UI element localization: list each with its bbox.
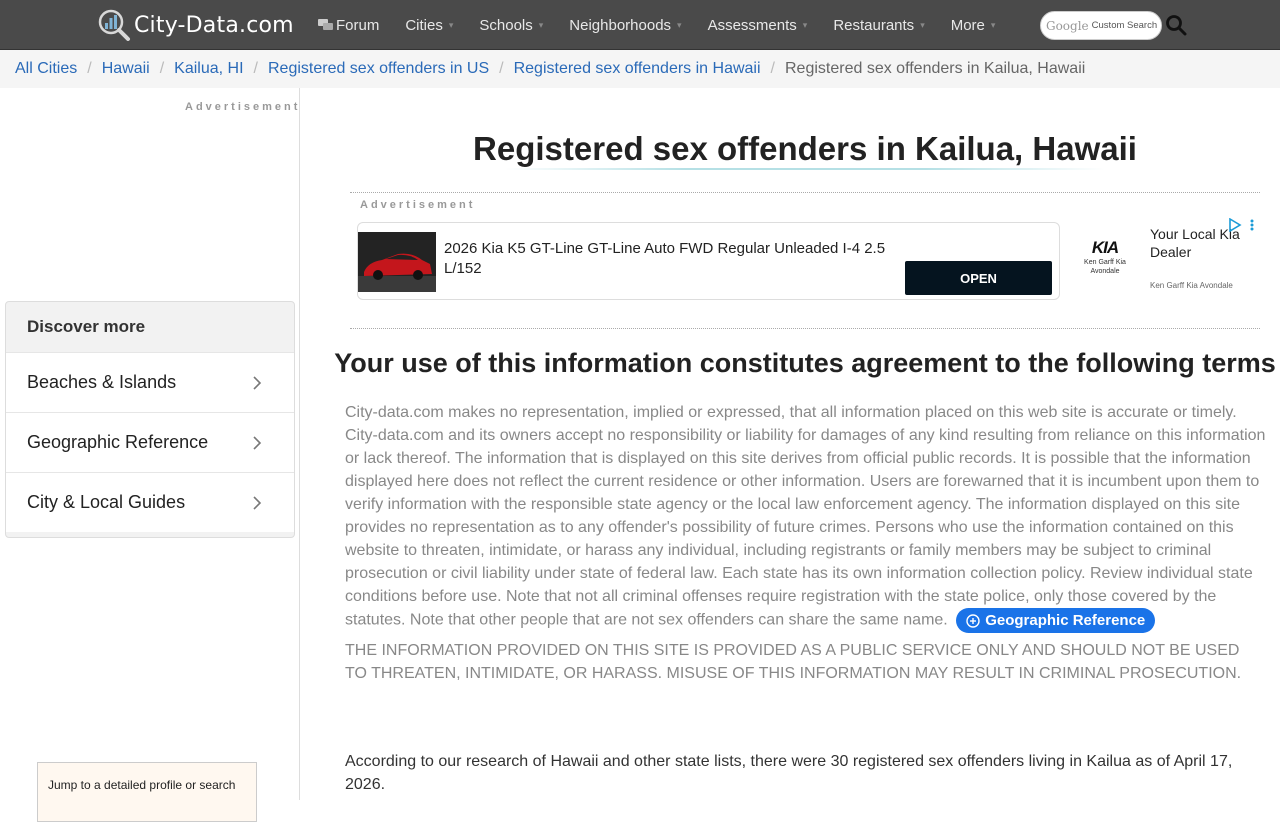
jump-to-profile-box[interactable]: Jump to a detailed profile or search — [37, 762, 257, 822]
kia-brand-small: Ken Garff Kia Avondale — [1084, 259, 1126, 275]
breadcrumb: All Cities / Hawaii / Kailua, HI / Register… — [0, 50, 1280, 88]
warning-text: THE INFORMATION PROVIDED ON THIS SITE IS… — [345, 642, 1242, 682]
ad-headline: 2026 Kia K5 GT-Line GT-Line Auto FWD Reg… — [444, 240, 886, 277]
nav-neighborhoods[interactable]: Neighborhoods ▾ — [569, 17, 681, 34]
divider — [350, 328, 1260, 329]
nav-label: Assessments — [707, 16, 797, 34]
chevron-right-icon — [253, 435, 262, 450]
caret-down-icon: ▾ — [448, 19, 454, 30]
discover-item-guides[interactable]: City & Local Guides — [6, 472, 294, 532]
discover-item-label: City & Local Guides — [27, 492, 186, 512]
breadcrumb-separator: / — [159, 60, 165, 77]
nav-restaurants[interactable]: Restaurants ▾ — [833, 17, 924, 34]
terms-body: City-data.com makes no representation, i… — [345, 401, 1267, 633]
research-text: According to our research of Hawaii and … — [345, 753, 1233, 793]
caret-down-icon: ▾ — [920, 19, 925, 30]
breadcrumb-link[interactable]: Hawaii — [102, 60, 150, 78]
nav-label: Cities — [405, 16, 443, 34]
geographic-reference-button[interactable]: Geographic Reference — [956, 608, 1156, 633]
breadcrumb-separator: / — [87, 60, 92, 77]
caret-down-icon: ▾ — [802, 19, 808, 30]
search-input[interactable]: Google Custom Search — [1040, 11, 1162, 40]
nav-more[interactable]: More ▾ — [951, 17, 996, 34]
discover-item-label: Geographic Reference — [27, 432, 209, 452]
breadcrumb-separator: / — [770, 60, 775, 77]
plus-circle-icon — [966, 613, 980, 628]
google-brand: Google — [1046, 18, 1089, 33]
breadcrumb-separator: / — [253, 60, 258, 77]
kia-brand-mark: KIA — [1091, 238, 1119, 257]
page-title: Registered sex offenders in Kailua, Hawa… — [473, 130, 1137, 167]
breadcrumb-link[interactable]: Kailua, HI — [174, 60, 243, 78]
nav-forum[interactable]: Forum — [318, 17, 379, 34]
chevron-right-icon — [253, 375, 262, 390]
discover-item-beaches[interactable]: Beaches & Islands — [6, 352, 294, 412]
terms-title: Your use of this information constitutes… — [334, 348, 1276, 378]
caret-down-icon: ▾ — [538, 19, 544, 30]
nav-label: Neighborhoods — [569, 16, 672, 34]
jump-text: Jump to a detailed profile or search — [48, 778, 236, 792]
nav-label: More — [950, 16, 985, 34]
discover-title: Discover more — [27, 317, 146, 336]
breadcrumb-link[interactable]: Registered sex offenders in Hawaii — [514, 60, 761, 78]
chevron-right-icon — [253, 495, 262, 510]
breadcrumb-link[interactable]: Registered sex offenders in US — [268, 60, 489, 78]
nav-label: Forum — [336, 16, 380, 34]
kia-logo: KIA Ken Garff Kia Avondale — [1080, 238, 1130, 276]
search-icon[interactable] — [1165, 14, 1187, 36]
site-logo[interactable]: City-Data.com — [98, 9, 294, 41]
breadcrumb-link[interactable]: All Cities — [15, 60, 77, 78]
magnifier-chart-icon — [98, 9, 130, 41]
forum-icon — [318, 19, 333, 30]
caret-down-icon: ▾ — [677, 19, 682, 30]
discover-more-panel: Discover more Beaches & Islands Geograph… — [5, 301, 295, 538]
logo-text: City-Data.com — [134, 12, 294, 38]
geo-button-label: Geographic Reference — [985, 612, 1146, 629]
nav-assessments[interactable]: Assessments ▾ — [708, 17, 808, 34]
discover-item-geographic[interactable]: Geographic Reference — [6, 412, 294, 472]
nav-schools[interactable]: Schools ▾ — [479, 17, 543, 34]
advertisement-label: Advertisement — [360, 199, 476, 211]
breadcrumb-separator: / — [499, 60, 504, 77]
caret-down-icon: ▾ — [990, 19, 996, 30]
ad-car-image — [358, 232, 436, 292]
top-nav-bar: City-Data.com Forum Cities ▾ Schools ▾ Nei… — [0, 0, 1280, 50]
ad-open-button[interactable]: OPEN — [905, 261, 1052, 295]
ad-dealer-subtitle: Ken Garff Kia Avondale — [1150, 281, 1233, 290]
main-content: Registered sex offenders in Kailua, Hawa… — [300, 88, 1280, 800]
main-nav: Forum Cities ▾ Schools ▾ Neighborhoods ▾ As… — [318, 0, 1021, 50]
nav-cities[interactable]: Cities ▾ — [405, 17, 453, 34]
title-underline — [505, 168, 1105, 170]
ad-card[interactable]: 2026 Kia K5 GT-Line GT-Line Auto FWD Reg… — [357, 222, 1060, 300]
car-image — [358, 232, 436, 292]
nav-label: Restaurants — [833, 16, 915, 34]
search-placeholder: Custom Search — [1091, 20, 1158, 31]
left-sidebar: Advertisement Discover more Beaches & Is… — [0, 88, 301, 822]
breadcrumb-current: Registered sex offenders in Kailua, Hawa… — [785, 60, 1086, 77]
discover-item-label: Beaches & Islands — [27, 372, 177, 392]
divider — [350, 192, 1260, 193]
ad-choices-icon[interactable] — [1228, 218, 1258, 232]
nav-label: Schools — [479, 16, 533, 34]
terms-text: City-data.com makes no representation, i… — [345, 404, 1266, 629]
advertisement-label: Advertisement — [185, 101, 301, 113]
